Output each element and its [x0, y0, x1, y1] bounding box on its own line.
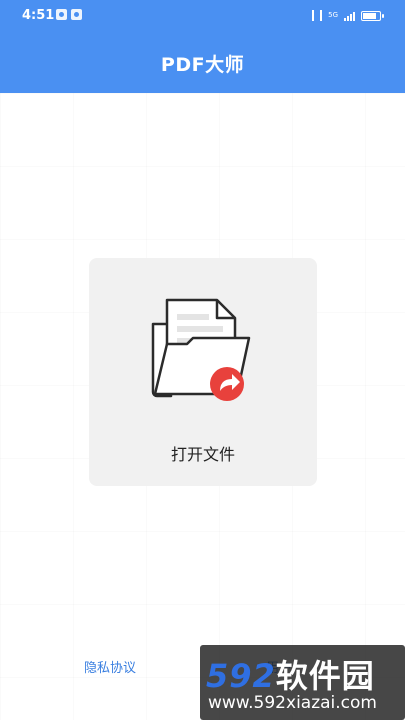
watermark-number: 592 [206, 657, 276, 695]
vibrate-icon [312, 10, 323, 21]
status-notification-icons [56, 9, 82, 20]
notification-app-icon [56, 9, 67, 20]
watermark-url: www.592xiazai.com [208, 693, 377, 713]
privacy-policy-link[interactable]: 隐私协议 [84, 657, 136, 676]
page-title: PDF大师 [160, 54, 245, 76]
app-header: 4:51 5G PDF大师 [0, 0, 405, 93]
open-file-label: 打开文件 [170, 445, 235, 464]
network-type: 5G [328, 11, 338, 19]
status-right-icons: 5G [312, 10, 384, 21]
watermark-brand-text: 软件园 [275, 657, 375, 695]
open-folder-icon [151, 298, 251, 401]
status-time: 4:51 [22, 8, 55, 23]
signal-icon [344, 11, 355, 21]
open-file-button[interactable]: 打开文件 [89, 258, 317, 486]
watermark-logo: 592软件园 www.592xiazai.com [200, 645, 405, 720]
watermark-brand: 592软件园 [206, 651, 375, 697]
cloud-icon [71, 9, 82, 20]
status-bar: 4:51 5G [0, 0, 405, 32]
battery-icon [361, 10, 384, 21]
